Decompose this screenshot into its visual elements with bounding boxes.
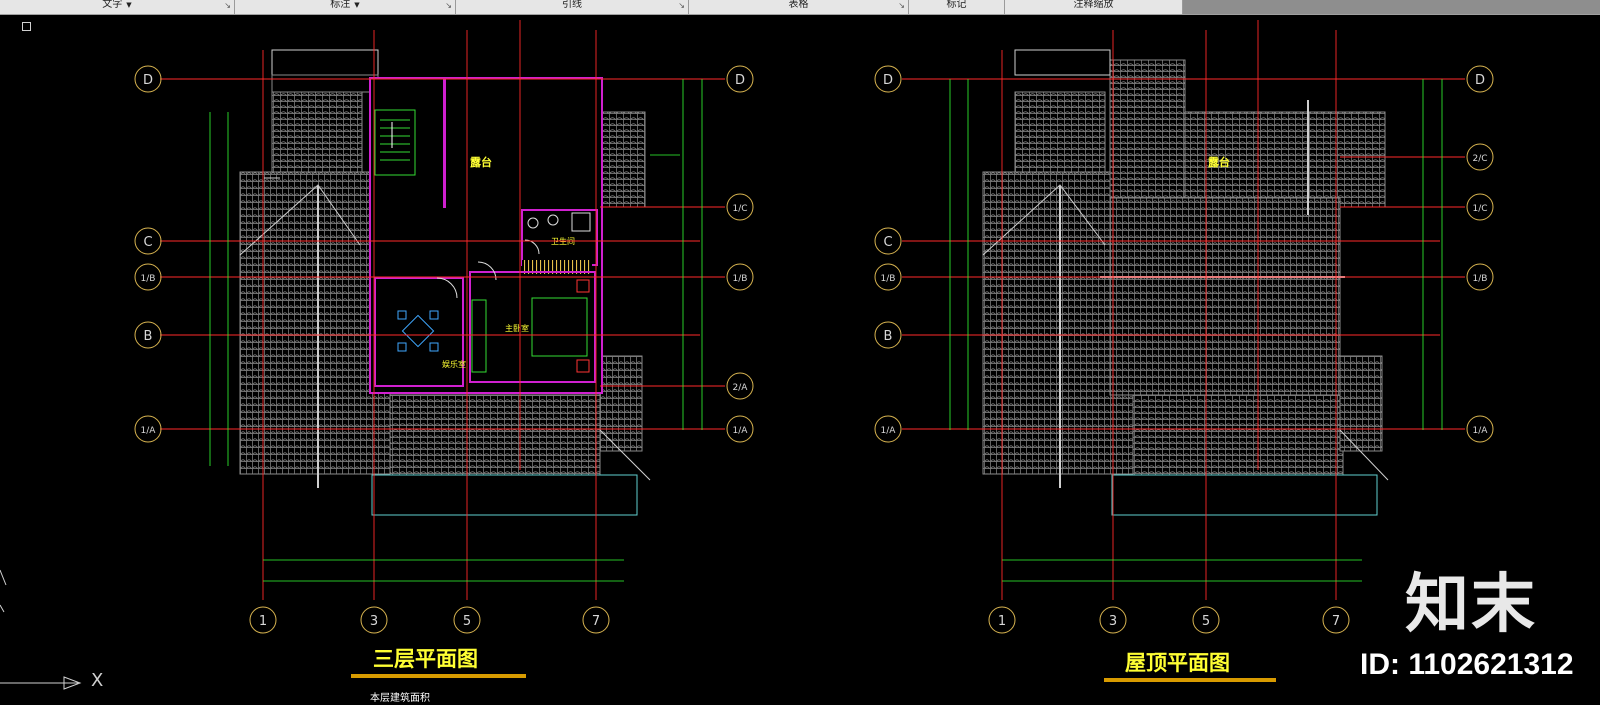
chimney-outline [271, 49, 379, 76]
grid-label: 1/B [141, 274, 156, 284]
ribbon-panel-leader[interactable]: 引线 ↘ [456, 0, 689, 14]
ribbon-empty-area [1183, 0, 1600, 14]
grid-label: 5 [463, 614, 471, 629]
grid-label: B [884, 329, 893, 344]
chimney-outline [1014, 49, 1111, 76]
grid-label: 2/C [1472, 154, 1487, 164]
dropdown-arrow-icon[interactable]: ▼ [354, 1, 359, 9]
ribbon-panel-annotation-scaling-label: 注释缩放 [1073, 0, 1114, 10]
grid-label: 1/B [881, 274, 896, 284]
right-plan-title: 屋顶平面图 [1125, 651, 1230, 675]
right-plan-title-underline [1104, 678, 1276, 682]
ucs-icon [0, 569, 82, 690]
third-floor-plan[interactable]: 露台 卫生间 主卧室 娱乐室 D C 1/B B 1/A D 1/C 1/B 2… [134, 20, 754, 634]
left-plan-area-note: 本层建筑面积 [370, 693, 430, 704]
ucs-x-label: X [91, 670, 104, 691]
grid-label: 1/A [1473, 426, 1489, 436]
panel-expand-icon[interactable]: ↘ [224, 1, 231, 10]
grid-label: 1/A [733, 426, 749, 436]
left-plan-title: 三层平面图 [373, 647, 478, 671]
grid-label: D [883, 73, 893, 88]
ribbon-panel-markup-label: 标记 [946, 0, 967, 10]
roof-hip-outline [271, 74, 379, 93]
grid-label: C [883, 235, 892, 250]
panel-expand-icon[interactable]: ↘ [898, 1, 905, 10]
grid-label: 3 [1109, 614, 1117, 629]
grid-label: 1/A [141, 426, 157, 436]
grid-label: 1/A [881, 426, 897, 436]
roof-tile-area [1014, 91, 1106, 173]
ribbon-panel-dimension-label: 标注 [330, 0, 351, 10]
room-label-terrace: 露台 [470, 155, 492, 169]
grid-label: 7 [592, 614, 600, 629]
room-label-terrace: 露台 [1208, 155, 1230, 169]
ribbon-panel-text-label: 文字 [102, 0, 123, 10]
ribbon-panel-table[interactable]: 表格 ↘ [689, 0, 909, 14]
ribbon-panel-markup[interactable]: 标记 [909, 0, 1005, 14]
ribbon-bar: 文字 ▼ ↘ 标注 ▼ ↘ 引线 ↘ 表格 ↘ 标记 注释缩放 [0, 0, 1600, 15]
grid-label: 1/C [732, 204, 747, 214]
balcony-outline [1111, 474, 1378, 516]
room-label-entertainment: 娱乐室 [442, 359, 466, 369]
grid-label: 1 [259, 614, 267, 629]
roof-tile-area [1132, 394, 1344, 476]
ribbon-panel-leader-label: 引线 [562, 0, 582, 10]
balcony-outline [371, 474, 638, 516]
brand-logo: 知末 [1405, 568, 1537, 642]
grid-label: 1/B [733, 274, 748, 284]
grid-label: D [1475, 73, 1485, 88]
drawing-canvas[interactable]: 露台 卫生间 主卧室 娱乐室 D C 1/B B 1/A D 1/C 1/B 2… [0, 15, 1600, 705]
grid-label: D [735, 73, 745, 88]
grid-label: 1 [998, 614, 1006, 629]
grid-label: 3 [370, 614, 378, 629]
roof-tile-area [271, 91, 363, 173]
roof-tile-area [1109, 197, 1341, 396]
ribbon-panel-text[interactable]: 文字 ▼ ↘ [0, 0, 235, 14]
grid-label: D [143, 73, 153, 88]
grid-label: 1/C [1472, 204, 1487, 214]
grid-label: B [144, 329, 153, 344]
panel-expand-icon[interactable]: ↘ [678, 1, 685, 10]
left-plan-title-underline [351, 674, 526, 678]
ribbon-panel-dimension[interactable]: 标注 ▼ ↘ [235, 0, 456, 14]
room-label-master-bedroom: 主卧室 [505, 323, 529, 333]
roof-plan[interactable]: 露台 D C 1/B B 1/A D 2/C 1/C 1/B 1/A 1 3 5… [874, 20, 1494, 634]
grid-label: 5 [1202, 614, 1210, 629]
resource-id-label: ID: 1102621312 [1360, 648, 1574, 681]
roof-tile-area [389, 394, 601, 476]
terrace-wall [443, 78, 446, 208]
ribbon-panel-annotation-scaling[interactable]: 注释缩放 [1005, 0, 1183, 14]
grid-label: 1/B [1473, 274, 1488, 284]
dropdown-arrow-icon[interactable]: ▼ [126, 1, 131, 9]
grid-label: 7 [1332, 614, 1340, 629]
grid-label: 2/A [733, 383, 749, 393]
roof-tile-area [1109, 59, 1186, 199]
panel-expand-icon[interactable]: ↘ [445, 1, 452, 10]
grid-label: C [143, 235, 152, 250]
ribbon-panel-table-label: 表格 [788, 0, 809, 10]
